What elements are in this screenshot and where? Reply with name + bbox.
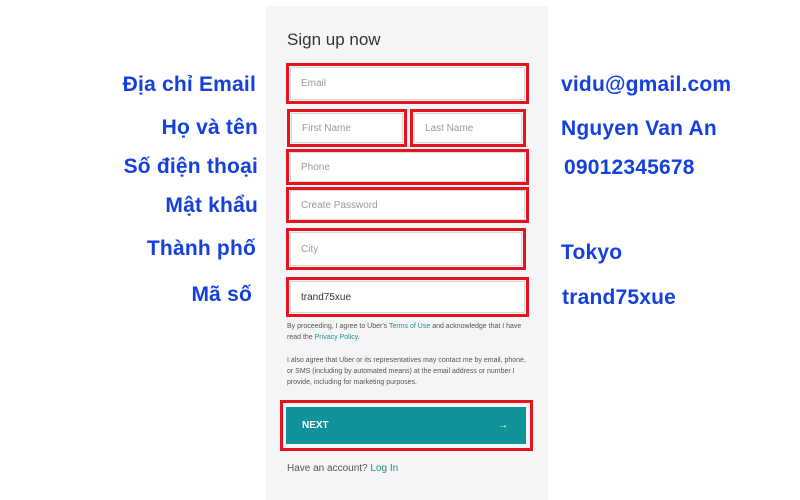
privacy-policy-link[interactable]: Privacy Policy [315,334,358,341]
terms-prefix: By proceeding, I agree to Uber's [287,323,388,330]
form-title: Sign up now [287,30,381,49]
arrow-right-icon: → [498,420,508,431]
example-phone: 09012345678 [564,156,695,179]
login-link[interactable]: Log In [370,463,398,474]
example-name: Nguyen Van An [561,117,717,140]
label-phone: Số điện thoại [123,155,258,178]
password-field[interactable]: Create Password [290,190,525,220]
have-account-line: Have an account? Log In [287,463,398,474]
label-name: Họ và tên [161,116,258,139]
phone-field[interactable]: Phone [290,152,525,182]
have-account-text: Have an account? [287,463,368,474]
label-email: Địa chỉ Email [122,73,256,96]
label-code: Mã số [191,283,252,306]
terms-suffix: . [357,334,360,341]
terms-text: By proceeding, I agree to Uber's Terms o… [287,321,527,343]
example-code: trand75xue [562,286,677,309]
terms-of-use-link[interactable]: Terms of Use [389,323,430,330]
example-email: vidu@gmail.com [561,73,732,96]
label-password: Mật khẩu [165,194,258,217]
next-button[interactable]: NEXT → [286,407,526,444]
first-name-field[interactable]: First Name [291,113,403,143]
last-name-field[interactable]: Last Name [414,113,522,143]
consent-text: I also agree that Uber or its representa… [287,357,526,386]
email-field[interactable]: Email [290,67,525,100]
example-city: Tokyo [561,241,623,264]
label-city: Thành phố [146,237,256,260]
next-label: NEXT [302,420,329,431]
code-field[interactable]: trand75xue [290,281,525,313]
city-field[interactable]: City [290,232,522,266]
